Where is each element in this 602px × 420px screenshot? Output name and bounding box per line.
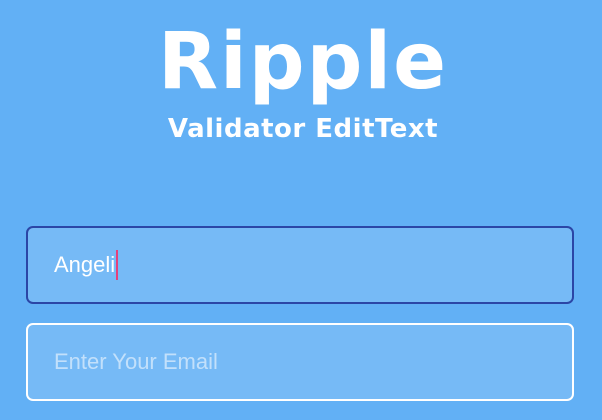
logo-title: Ripple: [157, 17, 449, 107]
email-input-placeholder: Enter Your Email: [54, 349, 218, 374]
name-input[interactable]: Angeli: [26, 226, 574, 304]
logo-subtitle: Validator EditText: [167, 114, 439, 144]
name-input-value: Angeli: [54, 252, 116, 277]
text-cursor: [116, 250, 119, 280]
email-input[interactable]: Enter Your Email: [26, 323, 574, 401]
app-logo: Ripple Validator EditText: [0, 18, 602, 144]
